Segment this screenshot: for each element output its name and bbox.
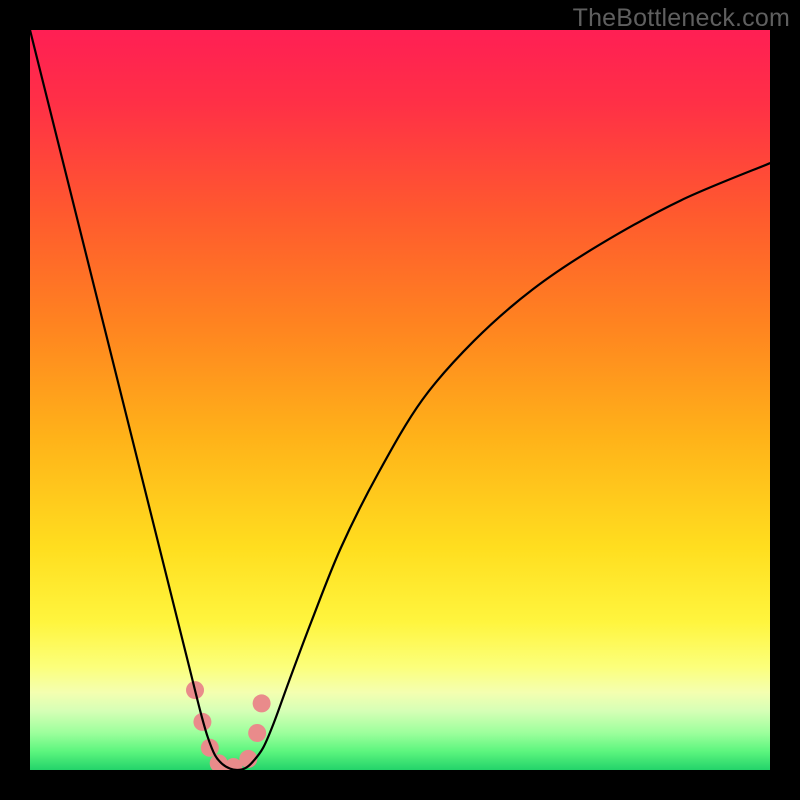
highlight-dot xyxy=(253,694,271,712)
watermark-text: TheBottleneck.com xyxy=(573,4,790,33)
bottleneck-curve xyxy=(30,30,770,770)
chart-frame: TheBottleneck.com xyxy=(0,0,800,800)
highlight-dot xyxy=(248,724,266,742)
curve-layer xyxy=(30,30,770,770)
plot-area xyxy=(30,30,770,770)
